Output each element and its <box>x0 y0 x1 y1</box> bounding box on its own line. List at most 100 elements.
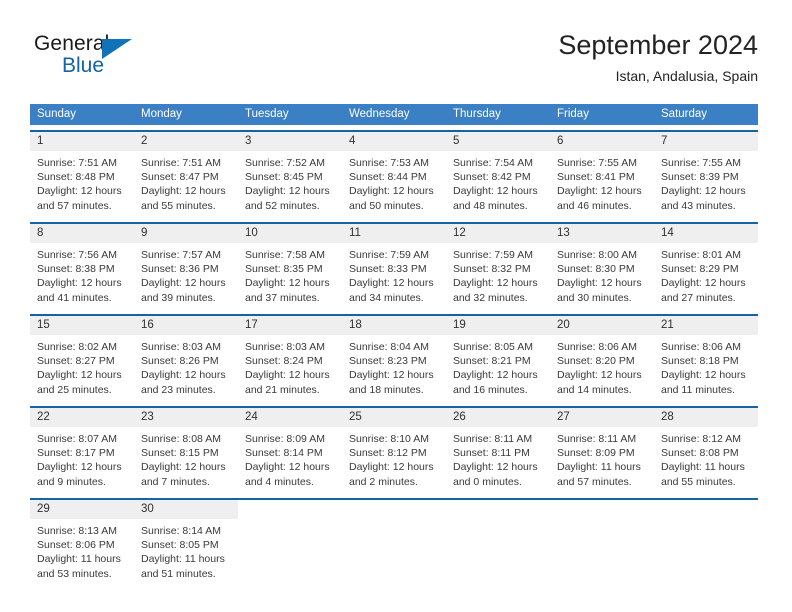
daylight-text-line1: Daylight: 11 hours <box>661 461 745 474</box>
day-cell-empty <box>550 500 654 585</box>
day-cell[interactable]: 12 Sunrise: 7:59 AM Sunset: 8:32 PM Dayl… <box>446 224 550 309</box>
sunset-text: Sunset: 8:39 PM <box>661 171 739 184</box>
day-info: Sunrise: 8:12 AM Sunset: 8:08 PM Dayligh… <box>654 427 758 489</box>
day-cell[interactable]: 16 Sunrise: 8:03 AM Sunset: 8:26 PM Dayl… <box>134 316 238 401</box>
day-cell[interactable]: 27 Sunrise: 8:11 AM Sunset: 8:09 PM Dayl… <box>550 408 654 493</box>
day-cell[interactable]: 19 Sunrise: 8:05 AM Sunset: 8:21 PM Dayl… <box>446 316 550 401</box>
daylight-text-line2: and 48 minutes. <box>453 199 528 212</box>
day-number: 16 <box>134 316 238 335</box>
day-info: Sunrise: 8:13 AM Sunset: 8:06 PM Dayligh… <box>30 519 134 581</box>
daylight-text-line2: and 53 minutes. <box>37 567 112 580</box>
day-number: 11 <box>342 224 446 243</box>
sunrise-text: Sunrise: 8:11 AM <box>557 433 637 445</box>
daylight-text-line1: Daylight: 12 hours <box>557 369 642 382</box>
day-info: Sunrise: 8:02 AM Sunset: 8:27 PM Dayligh… <box>30 335 134 397</box>
sunset-text: Sunset: 8:12 PM <box>349 447 427 460</box>
day-info: Sunrise: 7:56 AM Sunset: 8:38 PM Dayligh… <box>30 243 134 305</box>
day-cell[interactable]: 28 Sunrise: 8:12 AM Sunset: 8:08 PM Dayl… <box>654 408 758 493</box>
day-info: Sunrise: 7:53 AM Sunset: 8:44 PM Dayligh… <box>342 151 446 213</box>
day-info: Sunrise: 7:51 AM Sunset: 8:47 PM Dayligh… <box>134 151 238 213</box>
day-cell[interactable]: 15 Sunrise: 8:02 AM Sunset: 8:27 PM Dayl… <box>30 316 134 401</box>
day-info: Sunrise: 8:01 AM Sunset: 8:29 PM Dayligh… <box>654 243 758 305</box>
day-cell[interactable]: 1 Sunrise: 7:51 AM Sunset: 8:48 PM Dayli… <box>30 132 134 217</box>
daylight-text-line2: and 46 minutes. <box>557 199 632 212</box>
daylight-text-line2: and 50 minutes. <box>349 199 424 212</box>
day-number: 7 <box>654 132 758 151</box>
sunrise-text: Sunrise: 8:14 AM <box>141 525 221 537</box>
day-cell-empty <box>238 500 342 585</box>
weekday-header-tuesday: Tuesday <box>245 108 289 120</box>
sunset-text: Sunset: 8:35 PM <box>245 263 323 276</box>
day-info: Sunrise: 8:07 AM Sunset: 8:17 PM Dayligh… <box>30 427 134 489</box>
daylight-text-line1: Daylight: 12 hours <box>37 277 122 290</box>
sunset-text: Sunset: 8:26 PM <box>141 355 219 368</box>
day-cell[interactable]: 5 Sunrise: 7:54 AM Sunset: 8:42 PM Dayli… <box>446 132 550 217</box>
week-row: 1 Sunrise: 7:51 AM Sunset: 8:48 PM Dayli… <box>30 130 758 217</box>
sunrise-text: Sunrise: 7:51 AM <box>141 157 221 169</box>
daylight-text-line2: and 9 minutes. <box>37 475 106 488</box>
sunrise-text: Sunrise: 8:06 AM <box>661 341 741 353</box>
day-info: Sunrise: 8:05 AM Sunset: 8:21 PM Dayligh… <box>446 335 550 397</box>
daylight-text-line1: Daylight: 12 hours <box>37 369 122 382</box>
daylight-text-line2: and 18 minutes. <box>349 383 424 396</box>
sunrise-text: Sunrise: 7:52 AM <box>245 157 325 169</box>
daylight-text-line2: and 43 minutes. <box>661 199 736 212</box>
weekday-header-monday: Monday <box>141 108 182 120</box>
page-title: September 2024 <box>558 30 758 60</box>
day-cell[interactable]: 18 Sunrise: 8:04 AM Sunset: 8:23 PM Dayl… <box>342 316 446 401</box>
day-cell[interactable]: 20 Sunrise: 8:06 AM Sunset: 8:20 PM Dayl… <box>550 316 654 401</box>
day-cell[interactable]: 23 Sunrise: 8:08 AM Sunset: 8:15 PM Dayl… <box>134 408 238 493</box>
day-number: 30 <box>134 500 238 519</box>
daylight-text-line2: and 0 minutes. <box>453 475 522 488</box>
day-number <box>342 500 446 519</box>
day-cell[interactable]: 24 Sunrise: 8:09 AM Sunset: 8:14 PM Dayl… <box>238 408 342 493</box>
title-block: September 2024 Istan, Andalusia, Spain <box>558 28 758 87</box>
weekday-header-row: Sunday Monday Tuesday Wednesday Thursday… <box>30 104 758 125</box>
day-cell[interactable]: 17 Sunrise: 8:03 AM Sunset: 8:24 PM Dayl… <box>238 316 342 401</box>
day-number: 29 <box>30 500 134 519</box>
day-cell[interactable]: 21 Sunrise: 8:06 AM Sunset: 8:18 PM Dayl… <box>654 316 758 401</box>
day-cell-empty <box>446 500 550 585</box>
day-cell[interactable]: 26 Sunrise: 8:11 AM Sunset: 8:11 PM Dayl… <box>446 408 550 493</box>
calendar-page: General Blue September 2024 Istan, Andal… <box>0 0 792 612</box>
day-cell[interactable]: 4 Sunrise: 7:53 AM Sunset: 8:44 PM Dayli… <box>342 132 446 217</box>
day-cell[interactable]: 22 Sunrise: 8:07 AM Sunset: 8:17 PM Dayl… <box>30 408 134 493</box>
day-cell[interactable]: 8 Sunrise: 7:56 AM Sunset: 8:38 PM Dayli… <box>30 224 134 309</box>
sunset-text: Sunset: 8:32 PM <box>453 263 531 276</box>
day-cell[interactable]: 2 Sunrise: 7:51 AM Sunset: 8:47 PM Dayli… <box>134 132 238 217</box>
day-cell[interactable]: 3 Sunrise: 7:52 AM Sunset: 8:45 PM Dayli… <box>238 132 342 217</box>
day-cell[interactable]: 11 Sunrise: 7:59 AM Sunset: 8:33 PM Dayl… <box>342 224 446 309</box>
day-cell[interactable]: 29 Sunrise: 8:13 AM Sunset: 8:06 PM Dayl… <box>30 500 134 585</box>
day-info: Sunrise: 7:55 AM Sunset: 8:41 PM Dayligh… <box>550 151 654 213</box>
day-number: 9 <box>134 224 238 243</box>
day-cell[interactable]: 25 Sunrise: 8:10 AM Sunset: 8:12 PM Dayl… <box>342 408 446 493</box>
day-cell[interactable]: 30 Sunrise: 8:14 AM Sunset: 8:05 PM Dayl… <box>134 500 238 585</box>
day-cell[interactable]: 13 Sunrise: 8:00 AM Sunset: 8:30 PM Dayl… <box>550 224 654 309</box>
daylight-text-line2: and 32 minutes. <box>453 291 528 304</box>
sunset-text: Sunset: 8:24 PM <box>245 355 323 368</box>
day-number <box>238 500 342 519</box>
sunrise-text: Sunrise: 8:02 AM <box>37 341 117 353</box>
day-info: Sunrise: 7:57 AM Sunset: 8:36 PM Dayligh… <box>134 243 238 305</box>
daylight-text-line2: and 39 minutes. <box>141 291 216 304</box>
day-info: Sunrise: 8:06 AM Sunset: 8:20 PM Dayligh… <box>550 335 654 397</box>
day-number: 28 <box>654 408 758 427</box>
daylight-text-line2: and 41 minutes. <box>37 291 112 304</box>
daylight-text-line1: Daylight: 12 hours <box>349 277 434 290</box>
sunrise-text: Sunrise: 8:11 AM <box>453 433 533 445</box>
brand-logo[interactable]: General Blue <box>34 32 234 88</box>
daylight-text-line1: Daylight: 12 hours <box>245 185 330 198</box>
sunset-text: Sunset: 8:36 PM <box>141 263 219 276</box>
sunset-text: Sunset: 8:05 PM <box>141 539 219 552</box>
sunrise-text: Sunrise: 8:01 AM <box>661 249 741 261</box>
day-cell[interactable]: 10 Sunrise: 7:58 AM Sunset: 8:35 PM Dayl… <box>238 224 342 309</box>
day-cell[interactable]: 14 Sunrise: 8:01 AM Sunset: 8:29 PM Dayl… <box>654 224 758 309</box>
day-cell[interactable]: 6 Sunrise: 7:55 AM Sunset: 8:41 PM Dayli… <box>550 132 654 217</box>
day-number <box>446 500 550 519</box>
day-number: 10 <box>238 224 342 243</box>
daylight-text-line2: and 2 minutes. <box>349 475 418 488</box>
sunset-text: Sunset: 8:17 PM <box>37 447 115 460</box>
day-cell[interactable]: 9 Sunrise: 7:57 AM Sunset: 8:36 PM Dayli… <box>134 224 238 309</box>
daylight-text-line1: Daylight: 11 hours <box>557 461 641 474</box>
day-cell[interactable]: 7 Sunrise: 7:55 AM Sunset: 8:39 PM Dayli… <box>654 132 758 217</box>
